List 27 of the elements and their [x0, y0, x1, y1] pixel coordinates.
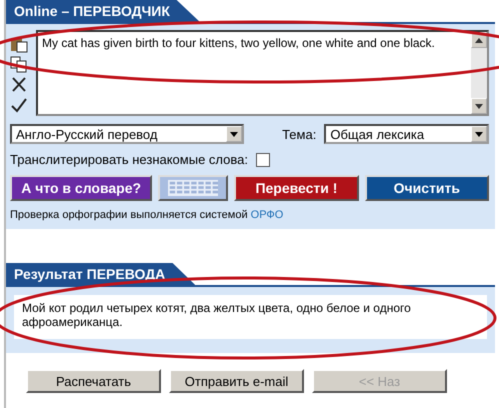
- checkmark-icon[interactable]: [10, 96, 28, 113]
- close-icon[interactable]: [10, 76, 28, 93]
- dropdown-icon: [475, 132, 483, 136]
- keyboard-icon: [168, 179, 218, 197]
- spell-check-note: Проверка орфографии выполняется системой ОРФО: [10, 209, 284, 221]
- scroll-up-icon[interactable]: [475, 38, 483, 42]
- result-text: Мой кот родил четырех котят, два желтых цвета, одно белое и одного афроамериканца.: [14, 295, 487, 339]
- scroll-down-icon[interactable]: [475, 104, 483, 108]
- keyboard-button[interactable]: [158, 175, 228, 201]
- dropdown-icon: [230, 132, 238, 136]
- topic-dropdown[interactable]: Общая лексика: [324, 124, 489, 144]
- clear-button[interactable]: Очистить: [364, 175, 490, 201]
- transliterate-label: Транслитерировать незнакомые слова:: [10, 152, 248, 167]
- transliterate-checkbox[interactable]: [256, 152, 270, 166]
- dictionary-button[interactable]: А что в словаре?: [10, 175, 152, 201]
- email-button[interactable]: Отправить e-mail: [169, 369, 304, 393]
- topic-label: Тема:: [282, 126, 316, 142]
- scrollbar[interactable]: [471, 32, 487, 114]
- direction-dropdown[interactable]: Англо-Русский перевод: [10, 124, 244, 144]
- translate-button[interactable]: Перевести !: [234, 175, 359, 201]
- copy-icon[interactable]: [10, 56, 28, 73]
- source-text-field[interactable]: My cat has given birth to four kittens, two yellow, one white and one black.: [36, 30, 489, 116]
- panel-title: Online – ПЕРЕВОДЧИК: [6, 0, 200, 22]
- orfo-link[interactable]: ОРФО: [250, 209, 284, 221]
- print-button[interactable]: Распечатать: [26, 369, 161, 393]
- result-title: Результат ПЕРЕВОДА: [6, 263, 196, 285]
- paste-icon[interactable]: [10, 36, 28, 53]
